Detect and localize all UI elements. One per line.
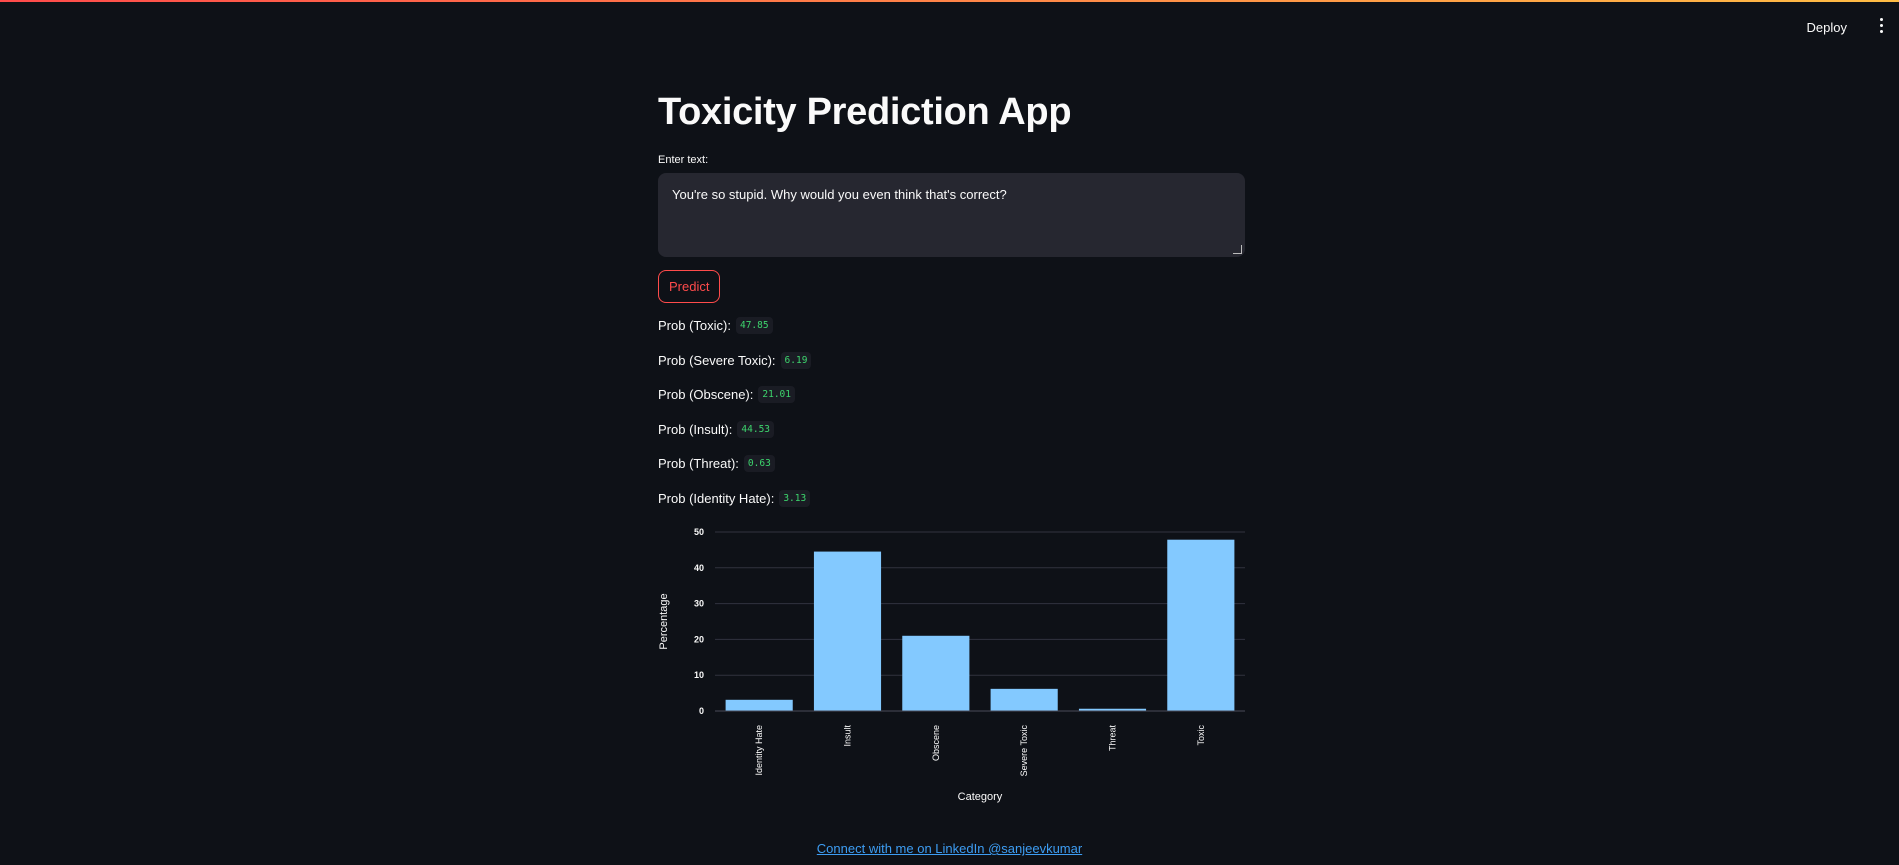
text-input-value: You're so stupid. Why would you even thi… bbox=[672, 186, 1007, 202]
y-tick-label: 20 bbox=[694, 634, 704, 644]
bar-chart-svg: 0 10 20 30 40 50 Identity Hate Insult Obscene Sev… bbox=[658, 527, 1245, 803]
bar-obscene[interactable] bbox=[902, 635, 970, 711]
prob-value: 44.53 bbox=[737, 420, 775, 438]
text-input-area[interactable]: You're so stupid. Why would you even thi… bbox=[658, 172, 1245, 257]
prob-value: 47.85 bbox=[735, 317, 773, 335]
prob-row-insult: Prob (Insult): 44.53 bbox=[658, 412, 1245, 447]
prob-row-identity-hate: Prob (Identity Hate): 3.13 bbox=[658, 481, 1245, 516]
y-tick-label: 0 bbox=[699, 706, 704, 716]
x-tick-label: Toxic bbox=[1196, 725, 1206, 746]
bar-severe-toxic[interactable] bbox=[990, 688, 1058, 711]
prob-label: Prob (Obscene): bbox=[658, 387, 754, 403]
prob-row-severe-toxic: Prob (Severe Toxic): 6.19 bbox=[658, 343, 1245, 378]
bar-chart: 0 10 20 30 40 50 Identity Hate Insult Obscene Sev… bbox=[655, 524, 1255, 814]
x-tick-label: Identity Hate bbox=[754, 725, 764, 776]
prob-label: Prob (Threat): bbox=[658, 456, 739, 472]
x-tick-label: Insult bbox=[843, 725, 853, 747]
deploy-button[interactable]: Deploy bbox=[1799, 16, 1855, 39]
linkedin-link[interactable]: Connect with me on LinkedIn @sanjeevkuma… bbox=[817, 841, 1082, 856]
prob-label: Prob (Severe Toxic): bbox=[658, 352, 776, 368]
x-tick-label: Obscene bbox=[931, 725, 941, 761]
resize-handle-icon[interactable] bbox=[1233, 244, 1242, 254]
app-header: Deploy bbox=[0, 0, 1899, 58]
prob-value: 6.19 bbox=[780, 351, 812, 369]
prob-row-threat: Prob (Threat): 0.63 bbox=[658, 447, 1245, 482]
prob-value: 21.01 bbox=[758, 386, 795, 404]
y-tick-label: 50 bbox=[694, 527, 704, 537]
main-content: Toxicity Prediction App Enter text: You'… bbox=[658, 90, 1245, 516]
prob-label: Prob (Identity Hate): bbox=[658, 490, 775, 506]
x-tick-label: Threat bbox=[1108, 725, 1118, 752]
probability-list: Prob (Toxic): 47.85 Prob (Severe Toxic):… bbox=[658, 309, 1245, 516]
predict-button[interactable]: Predict bbox=[658, 269, 721, 303]
footer: Connect with me on LinkedIn @sanjeevkuma… bbox=[0, 840, 1899, 858]
y-tick-label: 40 bbox=[694, 563, 704, 573]
y-axis-title: Percentage bbox=[658, 593, 670, 649]
y-tick-label: 30 bbox=[694, 599, 704, 609]
prob-row-obscene: Prob (Obscene): 21.01 bbox=[658, 378, 1245, 413]
page-title: Toxicity Prediction App bbox=[658, 91, 1072, 133]
y-tick-label: 10 bbox=[694, 670, 704, 680]
prob-value: 0.63 bbox=[743, 455, 775, 473]
bar-toxic[interactable] bbox=[1167, 539, 1235, 711]
bar-identity-hate[interactable] bbox=[725, 699, 793, 711]
prob-label: Prob (Toxic): bbox=[658, 318, 731, 334]
x-axis-title: Category bbox=[958, 791, 1003, 803]
bar-insult[interactable] bbox=[813, 551, 882, 711]
text-input-label: Enter text: bbox=[658, 153, 709, 166]
main-menu-icon[interactable] bbox=[1877, 18, 1885, 36]
x-tick-label: Severe Toxic bbox=[1019, 725, 1029, 777]
prob-label: Prob (Insult): bbox=[658, 421, 733, 437]
prob-value: 3.13 bbox=[779, 489, 811, 507]
prob-row-toxic: Prob (Toxic): 47.85 bbox=[658, 309, 1245, 344]
